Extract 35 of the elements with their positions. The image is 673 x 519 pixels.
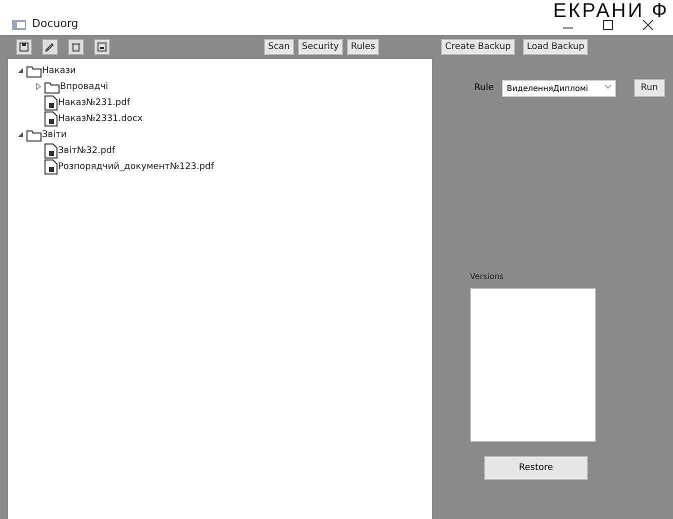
app-icon bbox=[12, 20, 26, 30]
collapsed-arrow-icon[interactable] bbox=[34, 82, 42, 90]
expanded-arrow-icon[interactable] bbox=[16, 66, 24, 74]
rule-dropdown[interactable]: ВиделенняДипломі bbox=[502, 80, 616, 96]
save-icon[interactable] bbox=[16, 39, 32, 55]
page-caption: ЕКРАНИ Ф bbox=[553, 0, 669, 22]
folder-name[interactable]: Звіти bbox=[42, 130, 67, 140]
toolbar-button[interactable]: Rules bbox=[346, 39, 380, 55]
folder-icon bbox=[26, 128, 42, 142]
expanded-arrow-icon[interactable] bbox=[16, 130, 24, 138]
file-name[interactable]: Звіт№32.pdf bbox=[58, 146, 116, 156]
file-icon bbox=[44, 111, 58, 127]
window-title: Docuorg bbox=[32, 17, 80, 30]
pencil-icon[interactable] bbox=[42, 39, 58, 55]
backup-button[interactable]: Load Backup bbox=[522, 39, 588, 55]
restore-button[interactable]: Restore bbox=[484, 456, 588, 480]
trash-icon[interactable] bbox=[68, 39, 84, 55]
folder-name[interactable]: Впровадчі bbox=[60, 82, 108, 92]
folder-icon bbox=[44, 80, 60, 94]
versions-label: Versions bbox=[470, 272, 505, 281]
run-button[interactable]: Run bbox=[634, 79, 665, 97]
file-icon bbox=[44, 95, 58, 111]
file-name[interactable]: Розпорядчий_документ№123.pdf bbox=[58, 162, 214, 172]
file-name[interactable]: Наказ№231.pdf bbox=[58, 98, 130, 108]
file-icon bbox=[44, 143, 58, 159]
folder-icon bbox=[26, 64, 42, 78]
caret-icon bbox=[604, 84, 611, 90]
window-icon[interactable] bbox=[94, 39, 110, 55]
file-icon bbox=[44, 159, 58, 175]
rule-label: Rule bbox=[474, 83, 494, 93]
toolbar-button[interactable]: Scan bbox=[264, 39, 294, 55]
file-name[interactable]: Наказ№2331.docx bbox=[58, 114, 143, 124]
folder-name[interactable]: Накази bbox=[42, 66, 76, 76]
toolbar-button[interactable]: Security bbox=[298, 39, 343, 55]
backup-button[interactable]: Create Backup bbox=[441, 39, 515, 55]
